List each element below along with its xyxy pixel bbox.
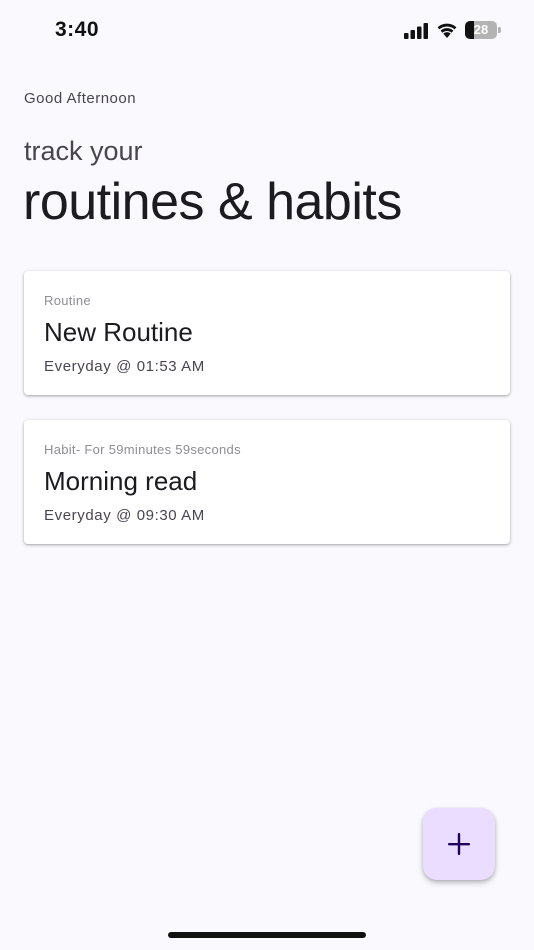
- plus-icon: [448, 833, 470, 855]
- battery-level: 28: [473, 22, 489, 37]
- battery-icon: 28: [465, 21, 501, 39]
- battery-tip: [498, 27, 501, 33]
- item-name: New Routine: [44, 317, 193, 347]
- item-name: Morning read: [44, 466, 198, 496]
- wifi-icon: [437, 23, 457, 38]
- status-time: 3:40: [55, 18, 100, 41]
- battery-body: 28: [465, 21, 497, 39]
- app-screen: 3:40 28 Good Afternoon track your routin…: [0, 0, 534, 950]
- item-schedule: Everyday @ 09:30 AM: [44, 507, 205, 524]
- cellular-signal-icon: [404, 23, 428, 39]
- item-list: Routine New Routine Everyday @ 01:53 AM …: [24, 271, 510, 569]
- greeting-text: Good Afternoon: [24, 90, 137, 107]
- page-title: routines & habits: [23, 173, 402, 231]
- status-bar: 3:40 28: [0, 0, 534, 60]
- item-card-morning-read[interactable]: Habit- For 59minutes 59seconds Morning r…: [24, 420, 510, 544]
- item-card-new-routine[interactable]: Routine New Routine Everyday @ 01:53 AM: [24, 271, 510, 395]
- page-subtitle: track your: [24, 136, 143, 166]
- item-schedule: Everyday @ 01:53 AM: [44, 358, 205, 375]
- home-indicator[interactable]: [168, 932, 366, 938]
- item-type-label: Habit- For 59minutes 59seconds: [44, 442, 241, 457]
- add-item-button[interactable]: [423, 808, 495, 880]
- item-type-label: Routine: [44, 293, 91, 308]
